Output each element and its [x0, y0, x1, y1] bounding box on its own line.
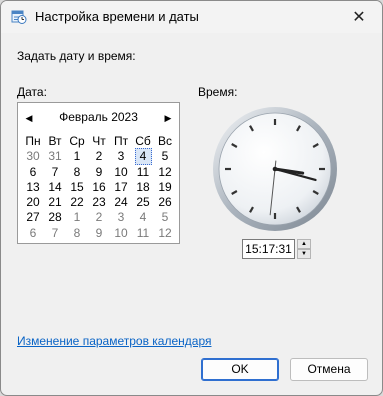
chevron-left-icon: ◀ [25, 113, 33, 123]
title-bar: Настройка времени и даты ✕ [1, 1, 382, 33]
calendar-day[interactable]: 18 [132, 180, 154, 195]
calendar-day[interactable]: 23 [88, 195, 110, 210]
calendar-day[interactable]: 22 [66, 195, 88, 210]
calendar-day[interactable]: 1 [66, 210, 88, 225]
ok-button[interactable]: OK [201, 358, 279, 381]
calendar-day[interactable]: 8 [66, 165, 88, 180]
window-title: Настройка времени и даты [35, 9, 199, 24]
calendar-day[interactable]: 16 [88, 180, 110, 195]
calendar-day[interactable]: 11 [132, 226, 154, 241]
calendar-month-label[interactable]: Февраль 2023 [38, 110, 159, 124]
time-up-button[interactable]: ▲ [297, 239, 311, 249]
weekday-header: Вс [157, 134, 172, 148]
calendar-day[interactable]: 1 [66, 149, 88, 164]
date-label: Дата: [17, 85, 47, 99]
calendar-day[interactable]: 4 [132, 210, 154, 225]
next-month-button[interactable]: ▶ [161, 111, 175, 125]
calendar-day[interactable]: 19 [154, 180, 176, 195]
calendar-day-selected[interactable]: 4 [132, 148, 154, 166]
calendar-day[interactable]: 12 [154, 165, 176, 180]
calendar-day[interactable]: 6 [22, 165, 44, 180]
calendar-day[interactable]: 5 [154, 149, 176, 164]
prev-month-button[interactable]: ◀ [22, 111, 36, 125]
calendar-day[interactable]: 10 [110, 226, 132, 241]
weekday-header: Чт [92, 134, 106, 148]
calendar-day[interactable]: 13 [22, 180, 44, 195]
time-down-button[interactable]: ▼ [297, 249, 311, 259]
arrow-up-icon: ▲ [301, 241, 307, 247]
weekday-header: Вт [48, 134, 62, 148]
calendar-day[interactable]: 7 [44, 165, 66, 180]
calendar-day[interactable]: 11 [132, 165, 154, 180]
weekday-header: Сб [135, 134, 151, 148]
calendar-day[interactable]: 31 [44, 149, 66, 164]
analog-clock [213, 107, 337, 231]
calendar-day[interactable]: 9 [88, 165, 110, 180]
calendar-day[interactable]: 8 [66, 226, 88, 241]
weekday-header: Пт [113, 134, 129, 148]
calendar-day[interactable]: 9 [88, 226, 110, 241]
calendar-day[interactable]: 28 [44, 210, 66, 225]
close-icon: ✕ [352, 9, 366, 26]
change-calendar-settings-link[interactable]: Изменение параметров календаря [17, 334, 212, 348]
calendar-day[interactable]: 6 [22, 226, 44, 241]
calendar-header: ◀ Февраль 2023 ▶ [18, 109, 179, 127]
calendar-day[interactable]: 21 [44, 195, 66, 210]
calendar-day[interactable]: 17 [110, 180, 132, 195]
calendar-day[interactable]: 14 [44, 180, 66, 195]
close-button[interactable]: ✕ [336, 1, 382, 33]
calendar-day[interactable]: 2 [88, 210, 110, 225]
calendar-day[interactable]: 12 [154, 226, 176, 241]
weekday-header: Ср [69, 134, 85, 148]
time-input[interactable]: 15:17:31 [242, 239, 295, 259]
calendar-day[interactable]: 25 [132, 195, 154, 210]
calendar-day[interactable]: 3 [110, 210, 132, 225]
calendar-day[interactable]: 7 [44, 226, 66, 241]
datetime-app-icon [11, 10, 27, 24]
heading: Задать дату и время: [17, 49, 136, 63]
chevron-right-icon: ▶ [164, 113, 172, 123]
calendar-grid: Пн Вт Ср Чт Пт Сб Вс 30 31 1 2 3 4 5 6 7 8 9 10 11 12 13 14 15 1… [22, 134, 176, 241]
calendar-day[interactable]: 26 [154, 195, 176, 210]
calendar: ◀ Февраль 2023 ▶ Пн Вт Ср Чт Пт Сб Вс 30 31 1 2 3 4 5… [17, 102, 180, 244]
time-spinner: ▲ ▼ [297, 239, 311, 259]
calendar-day[interactable]: 10 [110, 165, 132, 180]
clock-center [272, 166, 278, 172]
calendar-day[interactable]: 3 [110, 149, 132, 164]
calendar-day[interactable]: 15 [66, 180, 88, 195]
cancel-button[interactable]: Отмена [290, 358, 368, 381]
weekday-header: Пн [25, 134, 41, 148]
arrow-down-icon: ▼ [301, 251, 307, 257]
calendar-day[interactable]: 20 [22, 195, 44, 210]
calendar-day[interactable]: 2 [88, 149, 110, 164]
calendar-day[interactable]: 5 [154, 210, 176, 225]
time-label: Время: [198, 85, 238, 99]
datetime-dialog: Настройка времени и даты ✕ Задать дату и… [0, 0, 383, 396]
calendar-day[interactable]: 27 [22, 210, 44, 225]
calendar-day[interactable]: 24 [110, 195, 132, 210]
calendar-day[interactable]: 30 [22, 149, 44, 164]
